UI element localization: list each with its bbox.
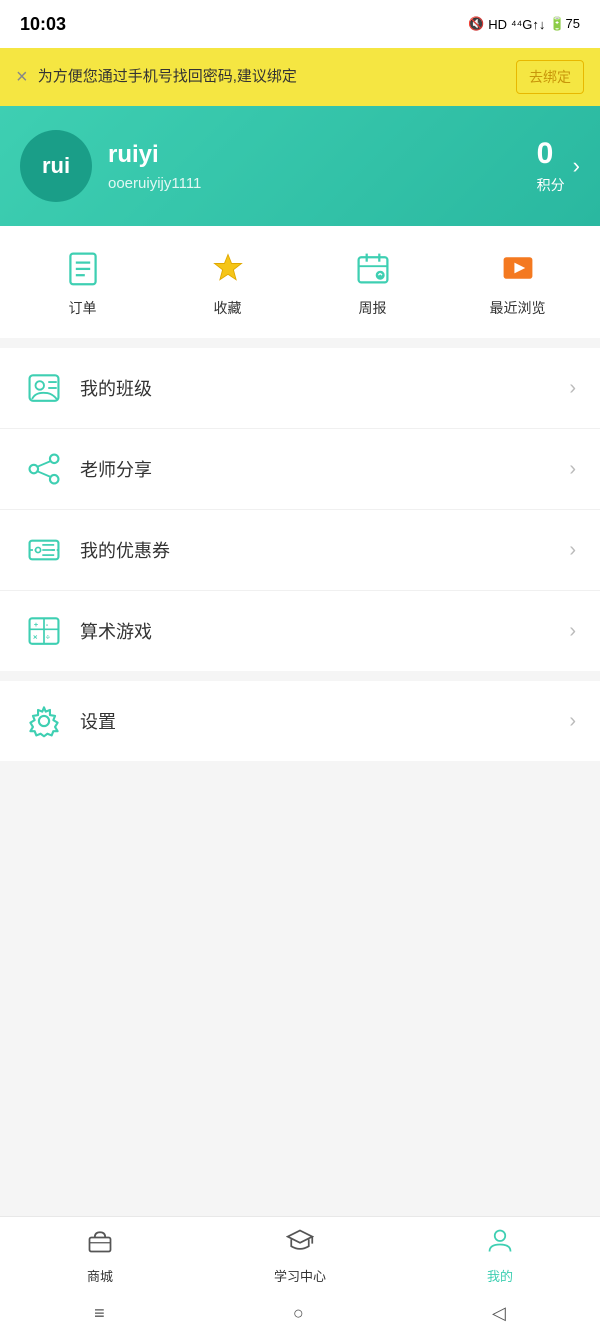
class-icon (24, 368, 64, 408)
battery-icon: 🔋75 (549, 16, 580, 32)
banner-text: 为方便您通过手机号找回密码,建议绑定 (38, 66, 506, 89)
back-system-button[interactable]: ◁ (492, 1303, 506, 1324)
svg-text:×: × (33, 633, 38, 642)
home-system-button[interactable]: ○ (293, 1303, 304, 1324)
points-number: 0 (537, 137, 565, 171)
status-time: 10:03 (20, 14, 66, 35)
hd-label: HD (488, 17, 507, 32)
favorites-icon (206, 246, 250, 290)
weekly-label: 周报 (359, 298, 387, 318)
coupon-label: 我的优惠券 (80, 537, 569, 563)
recent-label: 最近浏览 (490, 298, 546, 318)
action-weekly[interactable]: 周报 (300, 246, 445, 318)
game-icon: + - × ÷ (24, 611, 64, 651)
settings-icon (24, 701, 64, 741)
profile-id: ooeruiyijy1111 (108, 175, 521, 192)
coupon-icon (24, 530, 64, 570)
menu-item-share[interactable]: 老师分享 › (0, 429, 600, 510)
nav-mine[interactable]: 我的 (400, 1227, 600, 1285)
settings-arrow-icon: › (569, 710, 576, 733)
class-label: 我的班级 (80, 375, 569, 401)
shop-icon (86, 1227, 114, 1262)
signal-4g1: ⁴⁴G↑↓ (511, 17, 545, 32)
quick-actions: 订单 收藏 周报 (0, 226, 600, 338)
mine-icon (486, 1227, 514, 1262)
notification-banner: × 为方便您通过手机号找回密码,建议绑定 去绑定 (0, 48, 600, 106)
favorites-label: 收藏 (214, 298, 242, 318)
mute-icon: 🔇 (468, 16, 484, 32)
learning-icon (286, 1227, 314, 1262)
status-bar: 10:03 🔇 HD ⁴⁴G↑↓ 🔋75 (0, 0, 600, 48)
settings-label: 设置 (80, 708, 569, 734)
orders-label: 订单 (69, 298, 97, 318)
menu-item-game[interactable]: + - × ÷ 算术游戏 › (0, 591, 600, 671)
recent-icon (496, 246, 540, 290)
coupon-arrow-icon: › (569, 539, 576, 562)
bottom-nav: 商城 学习中心 我的 (0, 1216, 600, 1293)
share-arrow-icon: › (569, 458, 576, 481)
shop-label: 商城 (87, 1266, 113, 1285)
svg-text:+: + (34, 620, 39, 629)
profile-name: ruiyi (108, 141, 521, 169)
profile-info: ruiyi ooeruiyijy1111 (108, 141, 521, 192)
points-arrow-icon: › (573, 153, 580, 179)
game-label: 算术游戏 (80, 618, 569, 644)
class-arrow-icon: › (569, 377, 576, 400)
avatar: rui (20, 130, 92, 202)
settings-section: 设置 › (0, 681, 600, 761)
menu-section: 我的班级 › 老师分享 › (0, 348, 600, 671)
game-arrow-icon: › (569, 620, 576, 643)
nav-shop[interactable]: 商城 (0, 1227, 200, 1285)
orders-icon (61, 246, 105, 290)
menu-item-settings[interactable]: 设置 › (0, 681, 600, 761)
svg-text:÷: ÷ (46, 633, 51, 642)
menu-system-button[interactable]: ≡ (94, 1303, 105, 1324)
svg-text:-: - (46, 620, 49, 629)
share-icon (24, 449, 64, 489)
menu-item-coupon[interactable]: 我的优惠券 › (0, 510, 600, 591)
share-label: 老师分享 (80, 456, 569, 482)
nav-learning[interactable]: 学习中心 (200, 1227, 400, 1285)
points-label: 积分 (537, 175, 565, 195)
action-favorites[interactable]: 收藏 (155, 246, 300, 318)
system-nav: ≡ ○ ◁ (0, 1293, 600, 1333)
learning-label: 学习中心 (274, 1266, 326, 1285)
menu-item-class[interactable]: 我的班级 › (0, 348, 600, 429)
banner-close-button[interactable]: × (16, 66, 28, 89)
mine-label: 我的 (487, 1266, 513, 1285)
status-icons: 🔇 HD ⁴⁴G↑↓ 🔋75 (468, 16, 580, 32)
profile-header: rui ruiyi ooeruiyijy1111 0 积分 › (0, 106, 600, 226)
action-orders[interactable]: 订单 (10, 246, 155, 318)
bind-phone-button[interactable]: 去绑定 (516, 60, 584, 94)
action-recent[interactable]: 最近浏览 (445, 246, 590, 318)
weekly-icon (351, 246, 395, 290)
profile-points[interactable]: 0 积分 › (537, 137, 580, 195)
